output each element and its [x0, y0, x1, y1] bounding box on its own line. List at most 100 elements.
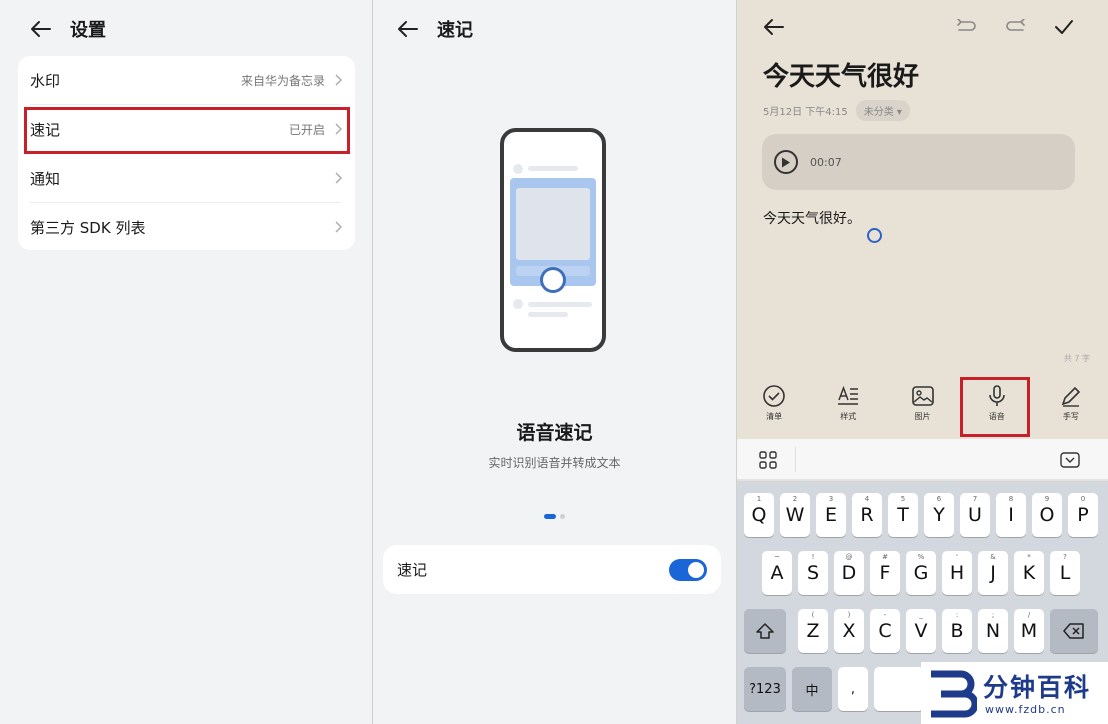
phone-screen-graphic [510, 164, 596, 317]
audio-clip[interactable]: 00:07 [762, 134, 1075, 190]
key-l[interactable]: ? L [1050, 551, 1080, 595]
key-u[interactable]: 7U [960, 493, 990, 537]
key-p[interactable]: 0P [1068, 493, 1098, 537]
key-c[interactable]: -C [870, 609, 900, 653]
feature-title: 语音速记 [516, 422, 593, 444]
quick-note-panel: 速记 语音速记 实时识别语音并转成文本 速记 [373, 0, 736, 724]
toolbar-image-button[interactable]: 图片 [885, 384, 959, 436]
note-title[interactable]: 今天天气很好 [763, 56, 919, 93]
key-x[interactable]: ) X [834, 609, 864, 653]
checklist-icon [763, 385, 785, 407]
key-w[interactable]: 2W [780, 493, 810, 537]
numbers-key[interactable]: ?123 [744, 667, 786, 711]
redo-icon[interactable] [1003, 14, 1029, 40]
back-arrow-icon[interactable] [395, 16, 421, 42]
key-label: L [1059, 562, 1071, 584]
category-dropdown[interactable]: 未分类 ▾ [855, 100, 910, 121]
note-editor-panel: 今天天气很好 5月12日 下午4:15 未分类 ▾ 00:07 今天天气很好。 … [737, 0, 1108, 724]
row-label: 水印 [30, 71, 61, 90]
language-key[interactable]: 中 [792, 667, 832, 711]
backspace-key[interactable] [1050, 609, 1098, 653]
key-hint: 0 [1080, 495, 1086, 503]
watermark-url: www.fzdb.cn [985, 703, 1066, 716]
toolbar-style-button[interactable]: 样式 [811, 384, 885, 436]
note-body-text[interactable]: 今天天气很好。 [763, 208, 861, 228]
keyboard-collapse-icon[interactable] [1057, 447, 1083, 473]
play-icon[interactable] [774, 150, 798, 174]
key-label: C [878, 620, 892, 642]
toolbar-label: 清单 [766, 412, 783, 421]
grid-apps-icon[interactable] [755, 447, 781, 473]
comma-key[interactable]: , [838, 667, 868, 711]
key-r[interactable]: 4R [852, 493, 882, 537]
key-t[interactable]: 5T [888, 493, 918, 537]
key-label: ?123 [749, 681, 781, 697]
key-q[interactable]: 1Q [744, 493, 774, 537]
key-s[interactable]: ! S [798, 551, 828, 595]
shift-key[interactable] [744, 609, 786, 653]
key-b[interactable]: :B [942, 609, 972, 653]
phone-illustration [500, 128, 606, 352]
watermark: 分钟百科 www.fzdb.cn [921, 662, 1108, 724]
key-e[interactable]: 3E [816, 493, 846, 537]
watermark-name: 分钟百科 [983, 673, 1092, 702]
key-z[interactable]: (Z [798, 609, 828, 653]
toolbar-label: 手写 [1062, 412, 1079, 421]
text-cursor-handle[interactable] [867, 228, 882, 243]
key-o[interactable]: 9O [1032, 493, 1062, 537]
key-hint: # [882, 553, 888, 561]
highlight-box [24, 107, 350, 154]
audio-duration: 00:07 [810, 155, 842, 169]
key-y[interactable]: 6Y [924, 493, 954, 537]
back-arrow-icon[interactable] [761, 14, 787, 40]
key-i[interactable]: 8I [996, 493, 1026, 537]
divider [795, 447, 796, 472]
key-d[interactable]: @ D [834, 551, 864, 595]
key-hint: 4 [864, 495, 870, 503]
key-v[interactable]: _ V [906, 609, 936, 653]
key-g[interactable]: % G [906, 551, 936, 595]
key-label: W [785, 504, 805, 526]
key-k[interactable]: * K [1014, 551, 1044, 595]
key-hint: ~ [774, 553, 780, 561]
fzdb-logo [931, 670, 977, 718]
key-h[interactable]: ' H [942, 551, 972, 595]
key-a[interactable]: ~ A [762, 551, 792, 595]
key-label: E [824, 504, 837, 526]
page-dot [560, 514, 565, 519]
key-j[interactable]: & J [978, 551, 1008, 595]
backspace-icon [1063, 623, 1084, 639]
space-key[interactable] [874, 667, 924, 711]
undo-icon[interactable] [953, 14, 979, 40]
settings-row-notifications[interactable]: 通知 [18, 154, 355, 202]
key-label: K [1022, 562, 1036, 584]
check-icon[interactable] [1051, 14, 1077, 40]
key-label: T [897, 504, 909, 526]
settings-row-watermark[interactable]: 水印 来自华为备忘录 [18, 56, 355, 104]
key-hint: 2 [792, 495, 798, 503]
key-label: B [950, 620, 964, 642]
settings-header: 设置 [0, 14, 372, 44]
key-m[interactable]: / M [1014, 609, 1044, 653]
quick-note-toggle[interactable] [669, 558, 707, 581]
editor-top-bar [737, 14, 1108, 44]
quick-note-toggle-row: 速记 [383, 545, 721, 594]
key-hint: & [990, 553, 996, 561]
key-label: N [985, 620, 1001, 642]
key-hint: / [1027, 611, 1031, 619]
toggle-knob [688, 561, 704, 578]
key-label: I [1008, 504, 1014, 526]
settings-row-third-party-sdk[interactable]: 第三方 SDK 列表 [18, 203, 355, 251]
back-arrow-icon[interactable] [28, 16, 54, 42]
key-hint: : [955, 611, 959, 619]
image-icon [911, 386, 934, 406]
editor-toolbar: 清单 样式 图片 语音 手写 [737, 384, 1108, 436]
key-f[interactable]: # F [870, 551, 900, 595]
toolbar-checklist-button[interactable]: 清单 [737, 384, 811, 436]
row-label: 第三方 SDK 列表 [30, 218, 146, 237]
text-style-icon [838, 385, 859, 405]
key-label: M [1020, 620, 1038, 642]
key-n[interactable]: ; N [978, 609, 1008, 653]
note-date: 5月12日 下午4:15 [763, 107, 848, 118]
toolbar-handwriting-button[interactable]: 手写 [1034, 384, 1108, 436]
